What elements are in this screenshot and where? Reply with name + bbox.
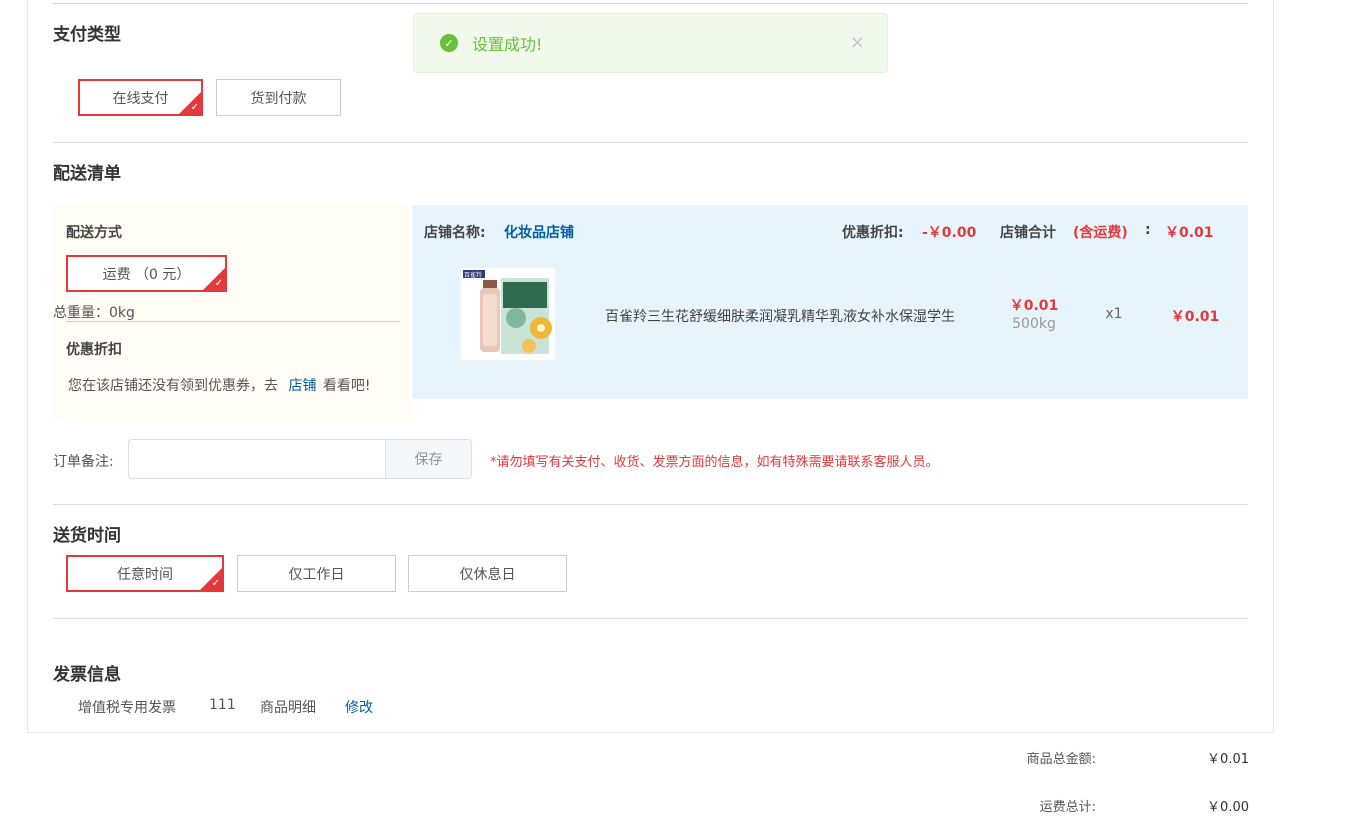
product-subtotal: ￥0.01	[1170, 309, 1220, 325]
delivery-weekday-label: 仅工作日	[288, 566, 345, 583]
invoice-type: 增值税专用发票	[78, 700, 176, 716]
goods-total-value: ￥0.01	[1207, 752, 1249, 767]
payment-cod-option[interactable]: 货到付款	[216, 79, 341, 116]
product-brand-text: 百雀羚	[464, 271, 482, 279]
product-name[interactable]: 百雀羚三生花舒缓细肤柔润凝乳精华乳液女补水保湿学生	[605, 306, 985, 326]
shop-name-label: 店铺名称:	[424, 225, 486, 241]
shop-total-label: 店铺合计	[1000, 225, 1056, 241]
check-circle-icon: ✓	[440, 34, 458, 52]
payment-online-option[interactable]: 在线支付 ✓	[78, 79, 203, 116]
product-image-art: 百雀羚	[461, 268, 555, 360]
shop-total-note: (含运费)	[1073, 225, 1128, 241]
shop-total-colon: :	[1145, 222, 1151, 238]
shipping-list-title: 配送清单	[53, 164, 121, 184]
invoice-title: 发票信息	[53, 665, 121, 685]
total-weight: 总重量：0kg	[53, 305, 135, 321]
coupon-hint-suffix: 看看吧!	[322, 378, 371, 394]
delivery-weekend-option[interactable]: 仅休息日	[408, 555, 567, 592]
close-icon[interactable]: ×	[850, 32, 865, 53]
invoice-code: 111	[209, 697, 236, 713]
success-toast: ✓ 设置成功! ×	[413, 13, 888, 73]
freight-total-label: 运费总计:	[1039, 800, 1096, 815]
divider	[66, 321, 400, 322]
shop-discount-value: -￥0.00	[922, 225, 977, 241]
product-image[interactable]: 百雀羚	[461, 268, 555, 360]
product-qty: x1	[1105, 306, 1123, 322]
invoice-edit-link[interactable]: 修改	[345, 697, 373, 717]
shop-discount-label: 优惠折扣:	[842, 225, 904, 241]
shop-total-value: ￥0.01	[1165, 225, 1214, 241]
delivery-weekday-option[interactable]: 仅工作日	[237, 555, 396, 592]
coupon-hint-text: 您在该店铺还没有领到优惠券，去	[68, 378, 278, 394]
delivery-anytime-label: 任意时间	[117, 566, 173, 583]
freight-option-label: 运费 （0 元）	[102, 266, 191, 283]
divider	[53, 618, 1248, 619]
payment-online-label: 在线支付	[112, 90, 169, 107]
invoice-content: 商品明细	[260, 700, 316, 716]
shop-link[interactable]: 店铺	[288, 378, 316, 394]
check-icon: ✓	[211, 578, 220, 589]
check-icon: ✓	[190, 102, 199, 113]
discount-label: 优惠折扣	[66, 342, 122, 358]
divider	[53, 504, 1248, 505]
delivery-time-title: 送货时间	[53, 526, 121, 546]
divider	[53, 142, 1248, 143]
product-weight: 500kg	[1012, 316, 1056, 332]
shipping-method-label: 配送方式	[66, 225, 122, 241]
payment-title: 支付类型	[53, 25, 121, 45]
shop-name-link[interactable]: 化妆品店铺	[504, 222, 574, 242]
order-note-input[interactable]	[128, 439, 386, 479]
check-icon: ✓	[214, 278, 223, 289]
save-note-button[interactable]: 保存	[385, 439, 472, 479]
order-note-label: 订单备注:	[53, 454, 114, 470]
order-note-hint: *请勿填写有关支付、收货、发票方面的信息，如有特殊需要请联系客服人员。	[490, 455, 939, 470]
freight-total-value: ￥0.00	[1207, 800, 1249, 815]
freight-option[interactable]: 运费 （0 元） ✓	[66, 255, 227, 292]
product-price: ￥0.01	[1009, 298, 1059, 314]
goods-total-label: 商品总金额:	[1026, 752, 1096, 767]
payment-cod-label: 货到付款	[250, 90, 307, 107]
coupon-hint: 您在该店铺还没有领到优惠券，去 店铺 看看吧!	[68, 375, 371, 395]
divider	[53, 3, 1248, 4]
toast-message: 设置成功!	[472, 35, 543, 54]
delivery-anytime-option[interactable]: 任意时间 ✓	[66, 555, 224, 592]
delivery-weekend-label: 仅休息日	[459, 566, 516, 583]
